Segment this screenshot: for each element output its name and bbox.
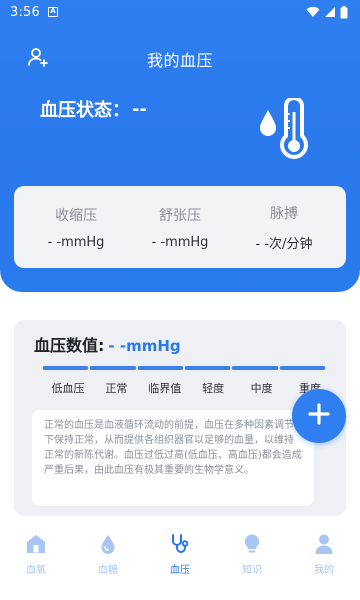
scale-segment — [90, 366, 136, 370]
reading-value: - -mmHg — [47, 234, 105, 250]
signal-icon — [324, 6, 336, 18]
app-screen: 3:56 A 我的血压 血压状态： -- 收缩压 - -mmHg 舒张压 - -… — [0, 0, 360, 600]
scale-segment — [137, 366, 183, 370]
scale-label-mild: 轻度 — [202, 382, 225, 395]
battery-icon — [340, 5, 348, 19]
status-bar: 3:56 A — [0, 0, 360, 24]
nav-item-knowledge[interactable]: 知识 — [222, 526, 282, 576]
status-time: 3:56 — [10, 4, 40, 20]
home-icon — [24, 532, 48, 556]
scale-segment — [184, 366, 231, 370]
bulb-icon — [240, 532, 264, 556]
bp-description: 正常的血压是血液循环流动的前提，血压在多种因素调节下保持正常，从而提供各组织器官… — [32, 410, 314, 506]
scale-label-moderate: 中度 — [250, 382, 273, 395]
bp-value-header: 血压数值: - -mmHg — [34, 332, 181, 356]
nav-item-blood-pressure[interactable]: 血压 — [150, 526, 210, 576]
reading-label: 脉搏 — [270, 205, 298, 222]
user-add-icon — [27, 46, 49, 72]
nav-item-blood-sugar[interactable]: 血糖 — [78, 526, 138, 576]
nav-item-blood-oxygen[interactable]: 血氧 — [6, 526, 66, 576]
readings-card: 收缩压 - -mmHg 舒张压 - -mmHg 脉搏 - -次/分钟 — [14, 186, 346, 268]
status-right — [306, 5, 348, 19]
reading-label: 舒张压 — [159, 207, 201, 224]
reading-label: 收缩压 — [55, 207, 97, 224]
reading-value: - -次/分钟 — [255, 236, 313, 252]
nav-label: 知识 — [242, 565, 262, 576]
drops-icon — [96, 532, 120, 556]
wifi-icon — [306, 6, 320, 18]
user-add-button[interactable] — [26, 47, 50, 71]
thermometer-drop-icon — [256, 96, 314, 162]
nav-item-mine[interactable]: 我的 — [294, 526, 354, 576]
scale-label-normal: 正常 — [105, 382, 128, 395]
status-left: 3:56 A — [10, 5, 58, 20]
nav-label: 我的 — [314, 565, 334, 576]
reading-diastolic: 舒张压 - -mmHg — [130, 205, 230, 250]
bp-scale-bar — [43, 366, 325, 370]
nav-label: 血氧 — [26, 565, 46, 576]
plus-icon — [307, 402, 331, 430]
page-header: 我的血压 — [0, 42, 360, 76]
profile-icon — [312, 532, 336, 556]
bp-value-reading: - -mmHg — [108, 337, 181, 355]
hero-header: 3:56 A 我的血压 血压状态： -- 收缩压 - -mmHg 舒张压 - -… — [0, 0, 360, 292]
scale-segment — [43, 366, 89, 370]
bp-status-value: -- — [132, 98, 147, 120]
bottom-nav: 血氧 血糖 血压 知识 我的 — [0, 526, 360, 586]
scale-segment — [232, 366, 278, 370]
bp-value-title: 血压数值: — [34, 336, 105, 355]
reading-systolic: 收缩压 - -mmHg — [26, 205, 126, 250]
scale-label-borderline: 临界值 — [148, 382, 182, 395]
reading-pulse: 脉搏 - -次/分钟 — [234, 203, 334, 252]
nav-label: 血压 — [170, 565, 190, 576]
scale-segment — [279, 366, 325, 370]
bp-status-label: 血压状态： — [40, 100, 130, 121]
stethoscope-icon — [168, 532, 192, 556]
nav-label: 血糖 — [98, 565, 118, 576]
page-title: 我的血压 — [146, 51, 213, 70]
bp-status: 血压状态： -- — [40, 96, 147, 122]
bp-scale-labels: 低血压 正常 临界值 轻度 中度 重度 — [44, 380, 334, 396]
notification-icon: A — [48, 7, 58, 17]
reading-value: - -mmHg — [151, 234, 209, 250]
scale-label-low: 低血压 — [51, 382, 85, 395]
add-record-button[interactable] — [292, 389, 346, 443]
